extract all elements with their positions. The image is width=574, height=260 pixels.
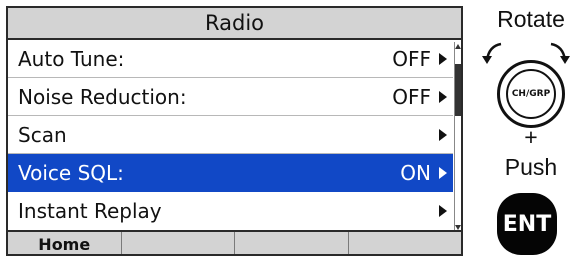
menu-item-value: ON [400, 160, 431, 185]
screen-title: Radio [8, 8, 461, 40]
menu-item-label: Auto Tune: [18, 46, 125, 71]
scroll-up-icon [455, 44, 461, 49]
menu-item-noise-reduction[interactable]: Noise Reduction: OFF [8, 78, 453, 116]
rotate-left-arrow-icon [482, 42, 502, 64]
enter-button[interactable]: ENT [497, 193, 557, 255]
menu-item-value: OFF [392, 46, 431, 71]
ch-grp-knob[interactable]: CH/GRP [497, 60, 565, 128]
menu-item-scan[interactable]: Scan [8, 116, 453, 154]
softkey-3[interactable] [234, 232, 348, 254]
rotate-label: Rotate [497, 6, 565, 32]
menu-item-label: Noise Reduction: [18, 84, 187, 109]
scrollbar[interactable] [454, 42, 461, 232]
chevron-right-icon [439, 205, 447, 217]
chevron-right-icon [439, 167, 447, 179]
push-label: Push [504, 154, 558, 180]
softkey-2[interactable] [120, 232, 235, 254]
chevron-right-icon [439, 129, 447, 141]
menu-list: Auto Tune: OFF Noise Reduction: OFF Scan… [8, 40, 453, 230]
softkey-bar: Home [8, 230, 462, 254]
rotate-right-arrow-icon [550, 42, 570, 64]
menu-item-voice-sql[interactable]: Voice SQL: ON [8, 154, 453, 192]
softkey-4[interactable] [347, 232, 462, 254]
menu-item-instant-replay[interactable]: Instant Replay [8, 192, 453, 230]
menu-item-label: Scan [18, 122, 67, 147]
softkey-home[interactable]: Home [8, 232, 121, 254]
knob-label: CH/GRP [506, 69, 556, 119]
chevron-right-icon [439, 91, 447, 103]
menu-item-auto-tune[interactable]: Auto Tune: OFF [8, 40, 453, 78]
scrollbar-thumb[interactable] [455, 64, 461, 116]
menu-item-label: Voice SQL: [18, 160, 124, 185]
radio-display: Radio Auto Tune: OFF Noise Reduction: OF… [6, 6, 463, 256]
chevron-right-icon [439, 53, 447, 65]
menu-item-value: OFF [392, 84, 431, 109]
plus-label: + [524, 124, 538, 150]
menu-item-label: Instant Replay [18, 199, 162, 223]
